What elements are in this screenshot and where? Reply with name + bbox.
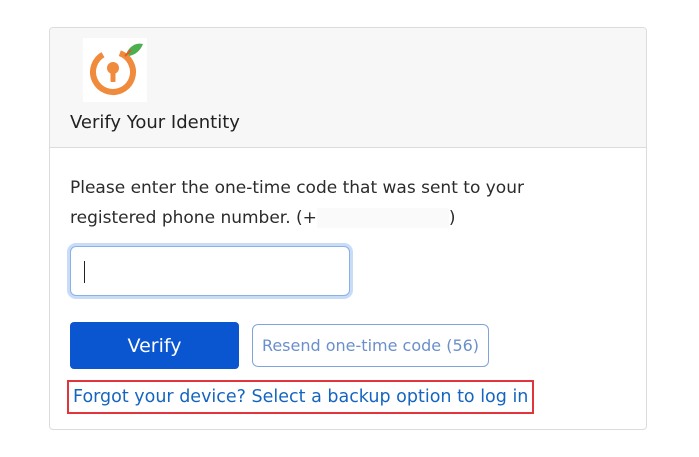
one-time-code-input[interactable]	[70, 246, 350, 296]
keyhole-logo-icon	[83, 38, 147, 102]
page-title: Verify Your Identity	[70, 112, 240, 133]
verify-card: Verify Your Identity Please enter the on…	[49, 27, 647, 430]
text-caret	[84, 261, 85, 283]
resend-code-button[interactable]: Resend one-time code (56)	[252, 324, 489, 367]
masked-phone-number	[316, 208, 449, 228]
verify-button[interactable]: Verify	[70, 322, 239, 369]
card-header: Verify Your Identity	[50, 28, 646, 148]
instructions-text: Please enter the one-time code that was …	[70, 173, 570, 233]
instructions-main: Please enter the one-time code that was …	[70, 178, 524, 228]
backup-option-link[interactable]: Forgot your device? Select a backup opti…	[67, 380, 535, 414]
instructions-suffix: )	[448, 208, 456, 228]
